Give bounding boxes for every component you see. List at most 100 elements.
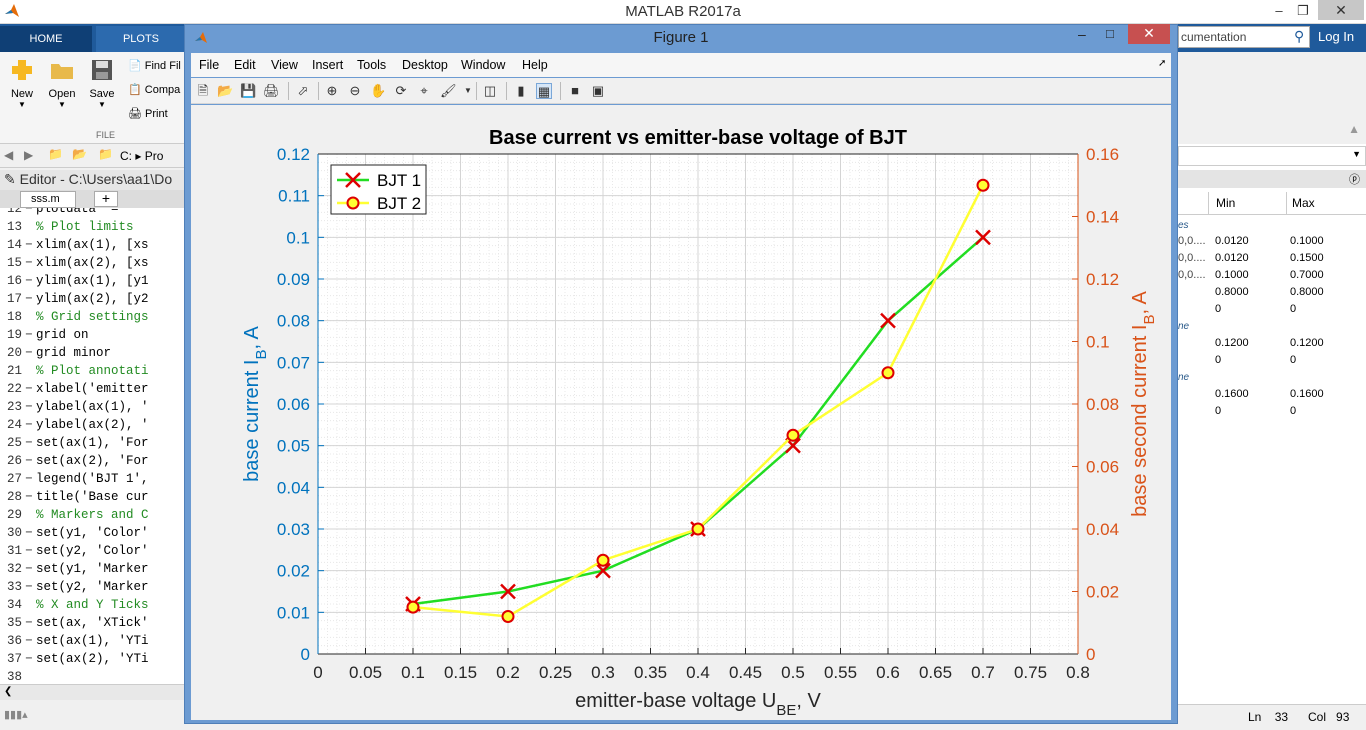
code-line[interactable]: 12− plotdata = — [0, 208, 126, 220]
breakpoint-marker[interactable]: − — [22, 634, 36, 648]
breakpoint-marker[interactable]: − — [22, 616, 36, 630]
workspace-cell-min[interactable]: 0.1200 — [1215, 337, 1249, 349]
close-icon[interactable]: ✕ — [1128, 24, 1170, 44]
open-file-icon[interactable]: 📂 — [217, 83, 233, 99]
up-folder-icon[interactable]: 📁 — [48, 147, 63, 161]
new-tab-button[interactable]: + — [94, 191, 118, 207]
find-files-button[interactable]: 📄 Find Fil — [128, 59, 181, 72]
code-line[interactable]: 31− set(y2, 'Color' — [0, 544, 149, 562]
workspace-path-dropdown[interactable]: ▼ — [1178, 146, 1366, 166]
code-line[interactable]: 23− ylabel(ax(1), ' — [0, 400, 149, 418]
minimize-icon[interactable]: – — [1078, 26, 1096, 42]
code-line[interactable]: 24− ylabel(ax(2), ' — [0, 418, 149, 436]
address-path[interactable]: C: ▸ Pro — [120, 149, 163, 163]
workspace-cell-min[interactable]: 0.1000 — [1215, 269, 1249, 281]
data-cursor-icon[interactable]: ⌖ — [416, 83, 432, 99]
dock-arrow-icon[interactable]: ➚ — [1158, 58, 1166, 69]
breakpoint-marker[interactable]: − — [22, 472, 36, 486]
breakpoint-marker[interactable]: − — [22, 238, 36, 252]
pan-icon[interactable]: ✋ — [370, 83, 386, 99]
workspace-cell-min[interactable]: 0 — [1215, 354, 1221, 366]
open-button[interactable]: Open ▼ — [44, 58, 80, 109]
zoom-out-icon[interactable]: ⊖ — [347, 83, 363, 99]
code-line[interactable]: 14− xlim(ax(1), [xs — [0, 238, 149, 256]
code-line[interactable]: 26− set(ax(2), 'For — [0, 454, 149, 472]
back-icon[interactable]: ◀ — [4, 148, 13, 162]
tab-plots[interactable]: PLOTS — [96, 26, 186, 52]
code-line[interactable]: 38 — [0, 670, 36, 684]
workspace-cell-min[interactable]: 0.0120 — [1215, 252, 1249, 264]
workspace-cell-max[interactable]: 0 — [1290, 303, 1296, 315]
maximize-icon[interactable]: □ — [1106, 26, 1124, 41]
workspace-cell-max[interactable]: 0.1000 — [1290, 235, 1324, 247]
menu-tools[interactable]: Tools — [357, 58, 386, 72]
column-max[interactable]: Max — [1292, 196, 1315, 210]
column-min[interactable]: Min — [1216, 196, 1235, 210]
login-button[interactable]: Log In — [1318, 26, 1366, 48]
workspace-cell-min[interactable]: 0.1600 — [1215, 388, 1249, 400]
code-line[interactable]: 29 % Markers and C — [0, 508, 149, 526]
code-line[interactable]: 36− set(ax(1), 'YTi — [0, 634, 149, 652]
breakpoint-marker[interactable]: − — [22, 328, 36, 342]
new-button[interactable]: New ▼ — [4, 58, 40, 109]
code-line[interactable]: 27− legend('BJT 1', — [0, 472, 149, 490]
code-line[interactable]: 22− xlabel('emitter — [0, 382, 149, 400]
chevron-down-icon[interactable]: ▼ — [460, 83, 476, 99]
code-line[interactable]: 15− xlim(ax(2), [xs — [0, 256, 149, 274]
minimize-icon[interactable]: – — [1266, 2, 1292, 20]
breakpoint-marker[interactable]: − — [22, 526, 36, 540]
code-line[interactable]: 37− set(ax(2), 'YTi — [0, 652, 149, 670]
menu-desktop[interactable]: Desktop — [402, 58, 448, 72]
options-icon[interactable]: ⓟ — [1349, 171, 1360, 187]
code-line[interactable]: 33− set(y2, 'Marker — [0, 580, 149, 598]
code-line[interactable]: 30− set(y1, 'Color' — [0, 526, 149, 544]
breakpoint-marker[interactable]: − — [22, 490, 36, 504]
workspace-cell-max[interactable]: 0.1500 — [1290, 252, 1324, 264]
menu-insert[interactable]: Insert — [312, 58, 343, 72]
code-line[interactable]: 28− title('Base cur — [0, 490, 149, 508]
code-line[interactable]: 35− set(ax, 'XTick' — [0, 616, 149, 634]
link-plot-icon[interactable]: ◫ — [482, 83, 498, 99]
search-icon[interactable]: ⚲ — [1294, 28, 1310, 44]
workspace-cell-max[interactable]: 0.7000 — [1290, 269, 1324, 281]
breakpoint-marker[interactable]: − — [22, 292, 36, 306]
breakpoint-marker[interactable]: − — [22, 256, 36, 270]
zoom-in-icon[interactable]: ⊕ — [324, 83, 340, 99]
forward-icon[interactable]: ▶ — [24, 148, 33, 162]
compare-button[interactable]: 📋 Compa — [128, 83, 180, 96]
workspace-cell-max[interactable]: 0.1200 — [1290, 337, 1324, 349]
workspace-cell-max[interactable]: 0.1600 — [1290, 388, 1324, 400]
menu-view[interactable]: View — [271, 58, 298, 72]
editor-tab-sss[interactable]: sss.m — [20, 191, 76, 208]
rotate-icon[interactable]: ⟳ — [393, 83, 409, 99]
menu-help[interactable]: Help — [522, 58, 548, 72]
workspace-cell-trunc[interactable]: 0,0.... — [1178, 269, 1206, 281]
code-line[interactable]: 21 % Plot annotati — [0, 364, 149, 382]
new-figure-icon[interactable]: 🗎 — [195, 83, 211, 99]
breakpoint-marker[interactable]: − — [22, 544, 36, 558]
save-icon[interactable]: 💾 — [240, 83, 256, 99]
code-line[interactable]: 18 % Grid settings — [0, 310, 149, 328]
tab-home[interactable]: HOME — [0, 26, 92, 52]
workspace-cell-min[interactable]: 0.0120 — [1215, 235, 1249, 247]
search-documentation-input[interactable]: cumentation — [1178, 26, 1310, 48]
legend-icon[interactable]: ▦ — [536, 83, 552, 99]
close-icon[interactable]: ✕ — [1318, 0, 1364, 20]
brush-icon[interactable]: 🖌 — [440, 83, 457, 99]
breakpoint-marker[interactable]: − — [22, 382, 36, 396]
chart[interactable]: 0 0.05 0.1 0.15 0.2 0.25 0.3 0.35 0.4 0.45 0.5 0.55… — [191, 105, 1171, 720]
code-line[interactable]: 16− ylim(ax(1), [y1 — [0, 274, 149, 292]
code-line[interactable]: 34 % X and Y Ticks — [0, 598, 149, 616]
workspace-cell-min[interactable]: 0 — [1215, 405, 1221, 417]
breakpoint-marker[interactable]: − — [22, 580, 36, 594]
browse-folder-icon[interactable]: 📂 — [72, 147, 87, 161]
workspace-cell-min[interactable]: 0 — [1215, 303, 1221, 315]
breakpoint-marker[interactable]: − — [22, 274, 36, 288]
code-line[interactable]: 25− set(ax(1), 'For — [0, 436, 149, 454]
breakpoint-marker[interactable]: − — [22, 208, 36, 216]
print-icon[interactable]: 🖨 — [263, 83, 280, 99]
pointer-icon[interactable]: ⬀ — [295, 83, 311, 99]
workspace-cell-max[interactable]: 0.8000 — [1290, 286, 1324, 298]
workspace-cell-max[interactable]: 0 — [1290, 354, 1296, 366]
breakpoint-marker[interactable]: − — [22, 346, 36, 360]
